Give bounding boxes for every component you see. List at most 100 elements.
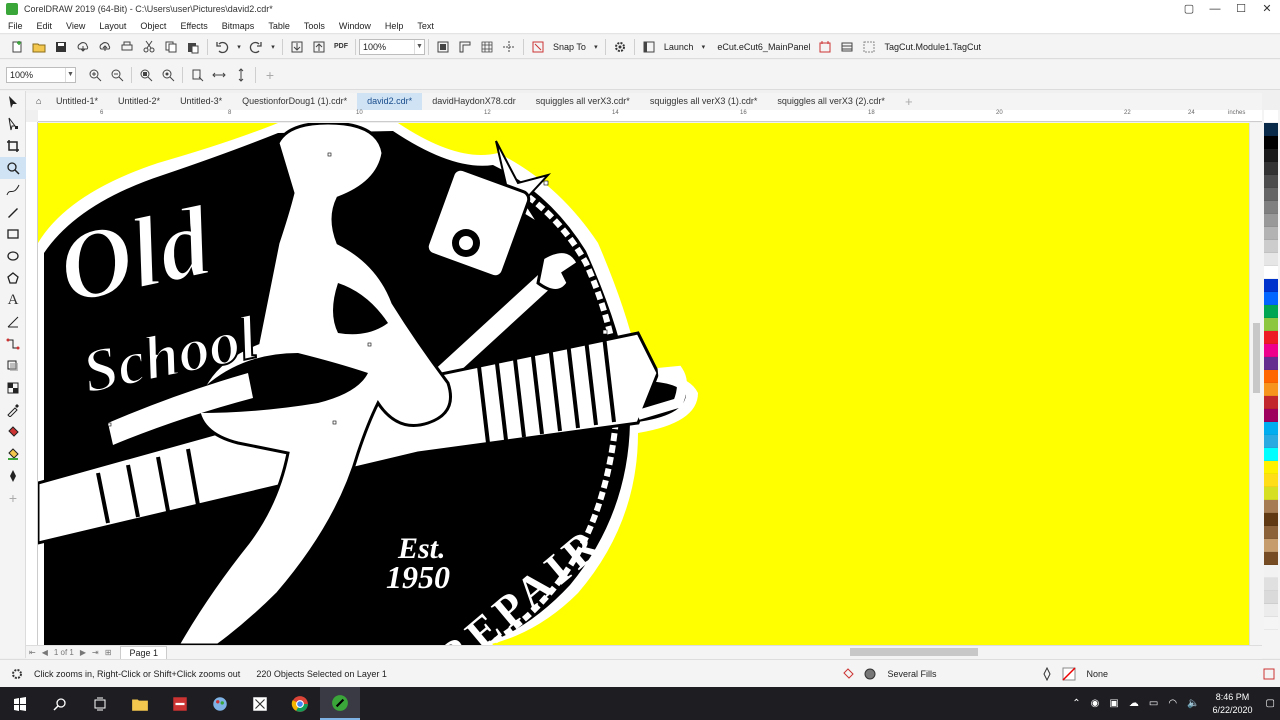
- notifications-icon[interactable]: ▢: [1266, 698, 1275, 709]
- previous-page-icon[interactable]: ◀: [42, 648, 48, 657]
- text-tool-icon[interactable]: A: [0, 289, 26, 311]
- paste-icon[interactable]: [184, 38, 202, 56]
- vertical-scrollbar[interactable]: [1249, 123, 1262, 645]
- palette-swatch[interactable]: [1264, 370, 1278, 383]
- horizontal-scrollbar[interactable]: [650, 647, 1250, 657]
- vertical-ruler[interactable]: [26, 122, 38, 645]
- document-tab[interactable]: squiggles all verX3 (1).cdr*: [640, 93, 768, 110]
- macro-panel-icon[interactable]: [816, 38, 834, 56]
- palette-swatch[interactable]: [1264, 344, 1278, 357]
- palette-swatch[interactable]: [1264, 149, 1278, 162]
- palette-swatch[interactable]: [1264, 292, 1278, 305]
- import-icon[interactable]: [288, 38, 306, 56]
- palette-swatch[interactable]: [1264, 305, 1278, 318]
- menu-text[interactable]: Text: [409, 18, 440, 34]
- color-styles-icon[interactable]: [1260, 665, 1278, 683]
- drop-shadow-tool-icon[interactable]: [0, 355, 26, 377]
- palette-swatch[interactable]: [1264, 266, 1278, 279]
- cloud-download-icon[interactable]: [74, 38, 92, 56]
- show-grid-icon[interactable]: [478, 38, 496, 56]
- palette-swatch[interactable]: [1264, 123, 1278, 136]
- export-icon[interactable]: [310, 38, 328, 56]
- quick-customize-icon[interactable]: +: [0, 487, 26, 509]
- pick-tool-icon[interactable]: [0, 91, 26, 113]
- ellipse-tool-icon[interactable]: [0, 245, 26, 267]
- transparency-tool-icon[interactable]: [0, 377, 26, 399]
- palette-swatch[interactable]: [1264, 201, 1278, 214]
- menu-effects[interactable]: Effects: [172, 18, 213, 34]
- palette-swatch[interactable]: [1264, 331, 1278, 344]
- document-tab[interactable]: squiggles all verX3 (2).cdr*: [767, 93, 895, 110]
- page-tab[interactable]: Page 1: [120, 645, 167, 660]
- palette-swatch[interactable]: [1264, 591, 1278, 604]
- launch-dropdown-icon[interactable]: ▾: [699, 38, 707, 56]
- palette-swatch[interactable]: [1264, 240, 1278, 253]
- parallel-dimension-tool-icon[interactable]: [0, 311, 26, 333]
- fill-swatch-icon[interactable]: [861, 665, 879, 683]
- palette-swatch[interactable]: [1264, 136, 1278, 149]
- search-icon[interactable]: [40, 687, 80, 720]
- palette-swatch[interactable]: [1264, 461, 1278, 474]
- property-zoom-combo[interactable]: 100% ▼: [6, 66, 76, 83]
- menu-bitmaps[interactable]: Bitmaps: [214, 18, 261, 34]
- rectangle-tool-icon[interactable]: [0, 223, 26, 245]
- palette-swatch[interactable]: [1264, 357, 1278, 370]
- palette-swatch[interactable]: [1264, 487, 1278, 500]
- menu-layout[interactable]: Layout: [91, 18, 132, 34]
- menu-view[interactable]: View: [58, 18, 91, 34]
- horizontal-ruler[interactable]: 6 8 10 12 14 16 18 20 22 24 inches: [38, 110, 1262, 122]
- color-eyedropper-tool-icon[interactable]: [0, 399, 26, 421]
- palette-swatch[interactable]: [1264, 227, 1278, 240]
- outline-pen-tool-icon[interactable]: [0, 465, 26, 487]
- fill-bucket-icon[interactable]: [839, 665, 857, 683]
- tagcut-icon[interactable]: [860, 38, 878, 56]
- zoom-in-icon[interactable]: [86, 66, 104, 84]
- document-tab[interactable]: Untitled-2*: [108, 93, 170, 110]
- palette-swatch[interactable]: [1264, 383, 1278, 396]
- tray-overflow-icon[interactable]: ⌃: [1072, 698, 1080, 709]
- palette-swatch[interactable]: [1264, 617, 1278, 630]
- undo-dropdown-icon[interactable]: ▾: [235, 38, 243, 56]
- document-tab[interactable]: Untitled-3*: [170, 93, 232, 110]
- palette-swatch[interactable]: [1264, 422, 1278, 435]
- outline-none-swatch-icon[interactable]: [1060, 665, 1078, 683]
- freehand-tool-icon[interactable]: [0, 179, 26, 201]
- palette-swatch[interactable]: [1264, 110, 1278, 123]
- zoom-to-all-objects-icon[interactable]: [159, 66, 177, 84]
- show-guidelines-icon[interactable]: [500, 38, 518, 56]
- horizontal-scroll-thumb[interactable]: [850, 648, 978, 656]
- snap-to-label[interactable]: Snap To: [553, 42, 586, 52]
- artistic-media-tool-icon[interactable]: [0, 201, 26, 223]
- vertical-scroll-thumb[interactable]: [1253, 323, 1260, 393]
- coreldraw-active-taskbar-icon[interactable]: [320, 687, 360, 720]
- snap-to-dropdown-icon[interactable]: ▾: [592, 38, 600, 56]
- cloud-upload-icon[interactable]: [96, 38, 114, 56]
- palette-swatch[interactable]: [1264, 188, 1278, 201]
- open-folder-icon[interactable]: [30, 38, 48, 56]
- show-rulers-icon[interactable]: [456, 38, 474, 56]
- palette-swatch[interactable]: [1264, 396, 1278, 409]
- copy-icon[interactable]: [162, 38, 180, 56]
- file-explorer-icon[interactable]: [120, 687, 160, 720]
- add-icon[interactable]: +: [261, 66, 279, 84]
- outline-pen-icon[interactable]: [1038, 665, 1056, 683]
- palette-swatch[interactable]: [1264, 500, 1278, 513]
- snap-to-magnet-icon[interactable]: [529, 38, 547, 56]
- palette-swatch[interactable]: [1264, 279, 1278, 292]
- battery-icon[interactable]: ▭: [1149, 698, 1158, 709]
- close-button[interactable]: ✕: [1254, 0, 1280, 18]
- document-tab-active[interactable]: david2.cdr*: [357, 93, 423, 110]
- artwork-svg[interactable]: Old School Est. 1950 REPAIR: [38, 123, 1249, 645]
- undo-icon[interactable]: [213, 38, 231, 56]
- new-document-icon[interactable]: [8, 38, 26, 56]
- menu-file[interactable]: File: [0, 18, 29, 34]
- shape-tool-icon[interactable]: [0, 113, 26, 135]
- menu-tools[interactable]: Tools: [296, 18, 331, 34]
- paint-app-icon[interactable]: [200, 687, 240, 720]
- maximize-button[interactable]: ☐: [1228, 0, 1254, 18]
- palette-swatch[interactable]: [1264, 474, 1278, 487]
- polygon-tool-icon[interactable]: [0, 267, 26, 289]
- palette-swatch[interactable]: [1264, 513, 1278, 526]
- palette-swatch[interactable]: [1264, 578, 1278, 591]
- document-tab[interactable]: QuestionforDoug1 (1).cdr*: [232, 93, 357, 110]
